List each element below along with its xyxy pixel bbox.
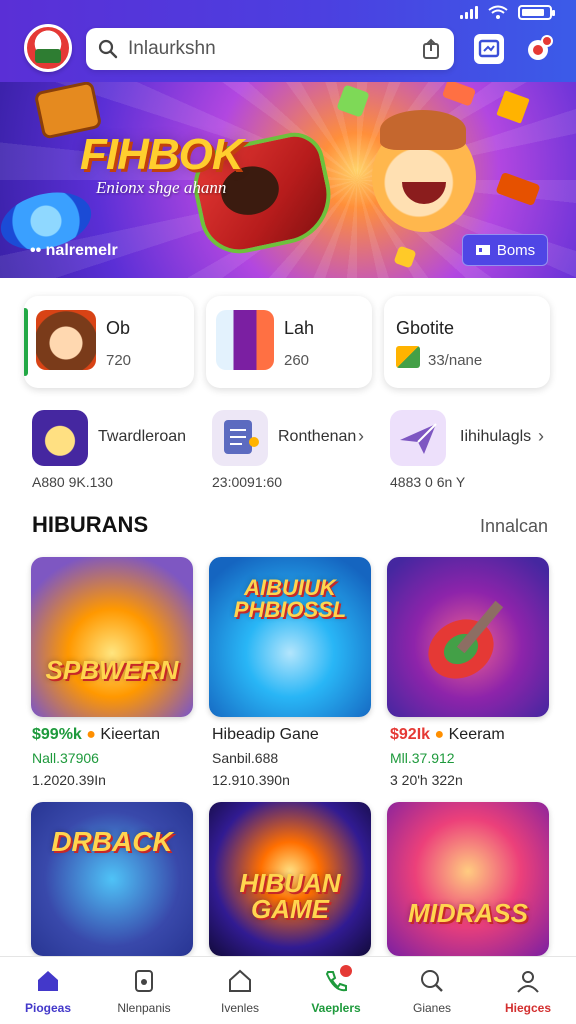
notification-button[interactable] <box>524 34 554 64</box>
plane-icon <box>390 410 446 466</box>
quick-card-value: 720 <box>106 352 132 369</box>
game-name: Keeram <box>448 726 505 743</box>
game-stat: Sanbil.688 <box>212 750 279 766</box>
game-name: Kieertan <box>100 726 160 743</box>
bottom-nav: Piogeas Nlenpanis Ivenles Vaeplers Giane… <box>0 956 576 1024</box>
game-card[interactable]: SPBWERN <box>31 557 193 717</box>
app-screen: Inlaurkshn FIHBOK Enionx shge ahann •• n… <box>0 0 576 1024</box>
game-art-label: SPBWERN <box>45 655 179 685</box>
game-art-label: DRBACK <box>51 826 173 857</box>
notification-icon <box>528 35 553 60</box>
promo-banner[interactable]: FIHBOK Enionx shge ahann •• nalremelr Bo… <box>0 82 576 278</box>
chevron-right-icon: › <box>538 426 544 446</box>
nav-item-nlenpanis[interactable]: Nlenpanis <box>96 957 192 1024</box>
banner-subtitle: Enionx shge ahann <box>96 178 227 197</box>
app-meta: 4883 0 6n Y <box>390 474 466 490</box>
quick-card-name: Ob <box>106 318 131 338</box>
app-item[interactable]: Ronthenan › 23:0091:60 <box>212 410 382 490</box>
game-stat: 1.2020.39In <box>32 772 106 788</box>
search-bar[interactable]: Inlaurkshn <box>86 28 454 70</box>
banner-button-label: Boms <box>496 241 536 259</box>
banner-title: FIHBOK <box>80 130 244 179</box>
game-art-label: MIDRASS <box>408 898 528 928</box>
quick-card-name: Gbotite <box>396 318 455 338</box>
game-card[interactable]: MIDRASS <box>387 802 549 956</box>
game-card[interactable] <box>387 557 549 717</box>
game-info: $99%k ● Kieertan Nall.37906 1.2020.39In <box>32 726 194 788</box>
app-meta: A880 9K.130 <box>32 474 113 490</box>
share-icon[interactable] <box>420 38 442 60</box>
cast-button[interactable] <box>474 34 504 64</box>
game-card[interactable]: DRBACK <box>31 802 193 956</box>
game-art-label: HIBUAN GAME <box>239 868 341 924</box>
banner-button[interactable]: Boms <box>462 234 548 266</box>
section-link[interactable]: Innalcan <box>480 516 548 537</box>
nav-item-piogeas[interactable]: Piogeas <box>0 957 96 1024</box>
quick-card[interactable]: Gbotite 33/nane <box>384 296 550 388</box>
top-header: Inlaurkshn <box>0 0 576 82</box>
game-art-label: AIBUIUK PHBIOSSL <box>233 575 347 622</box>
game-stat: 3 20'h 322n <box>390 772 463 788</box>
nav-label: Vaeplers <box>311 1001 361 1015</box>
search-icon <box>98 39 118 59</box>
nav-label: Piogeas <box>24 1001 72 1015</box>
app-name: Iihihulagls <box>460 428 532 445</box>
nav-label: Hiegces <box>504 1001 552 1015</box>
heart-icon: ● <box>434 726 445 743</box>
game-info: Hibeadip Gane Sanbil.688 12.910.390n <box>212 726 374 788</box>
mascot-graphic <box>372 110 476 232</box>
quick-card[interactable]: Ob 720 <box>24 296 194 388</box>
game-card[interactable]: HIBUAN GAME <box>209 802 371 956</box>
game-name: Hibeadip Gane <box>212 726 319 743</box>
cast-icon <box>478 39 500 58</box>
search-icon <box>418 967 446 995</box>
game-info: $92Ik ● Keeram Mll.37.912 3 20'h 322n <box>390 726 552 788</box>
battery-icon <box>518 4 555 20</box>
nav-item-vaeplers[interactable]: Vaeplers <box>288 957 384 1024</box>
document-icon <box>212 410 268 466</box>
app-icon <box>32 410 88 466</box>
game-stat: Mll.37.912 <box>390 750 455 766</box>
machine-thumbnail <box>216 310 274 370</box>
app-item[interactable]: Iihihulagls › 4883 0 6n Y <box>390 410 560 490</box>
document-icon <box>130 967 158 995</box>
game-stat: Nall.37906 <box>32 750 99 766</box>
game-stat: 12.910.390n <box>212 772 290 788</box>
game-badge: $92Ik <box>390 726 431 743</box>
nav-label: Gianes <box>412 1001 452 1015</box>
nav-item-gianes[interactable]: Gianes <box>384 957 480 1024</box>
game-badge: $99%k <box>32 726 82 743</box>
chevron-right-icon: › <box>358 426 364 446</box>
signal-icon <box>460 5 478 19</box>
music-icon <box>475 245 490 255</box>
user-icon <box>514 967 542 995</box>
app-logo[interactable] <box>24 24 72 72</box>
app-item[interactable]: Twardleroan A880 9K.130 <box>32 410 202 490</box>
nav-item-hiegces[interactable]: Hiegces <box>480 957 576 1024</box>
app-meta: 23:0091:60 <box>212 474 283 490</box>
home-icon <box>34 967 62 995</box>
quick-card-name: Lah <box>284 318 315 338</box>
heart-icon: ● <box>86 726 96 743</box>
cube-icon <box>396 346 420 368</box>
nav-label: Ivenles <box>220 1001 260 1015</box>
avatar <box>36 310 96 370</box>
nav-item-ivenles[interactable]: Ivenles <box>192 957 288 1024</box>
quick-card-value: 260 <box>284 352 310 369</box>
guitar-icon <box>428 600 504 679</box>
quick-card[interactable]: Lah 260 <box>206 296 372 388</box>
section-title: HIBURANS <box>32 512 149 537</box>
notification-dot <box>337 963 354 979</box>
game-card[interactable]: AIBUIUK PHBIOSSL <box>209 557 371 717</box>
app-name: Twardleroan <box>98 428 187 445</box>
search-input[interactable]: Inlaurkshn <box>128 38 420 60</box>
house-icon <box>226 967 254 995</box>
app-name: Ronthenan <box>278 428 357 445</box>
status-bar <box>460 2 555 22</box>
wifi-icon <box>488 5 508 19</box>
quick-card-value: 33/nane <box>428 352 483 369</box>
nav-label: Nlenpanis <box>117 1001 171 1015</box>
banner-brand: •• nalremelr <box>30 242 118 259</box>
